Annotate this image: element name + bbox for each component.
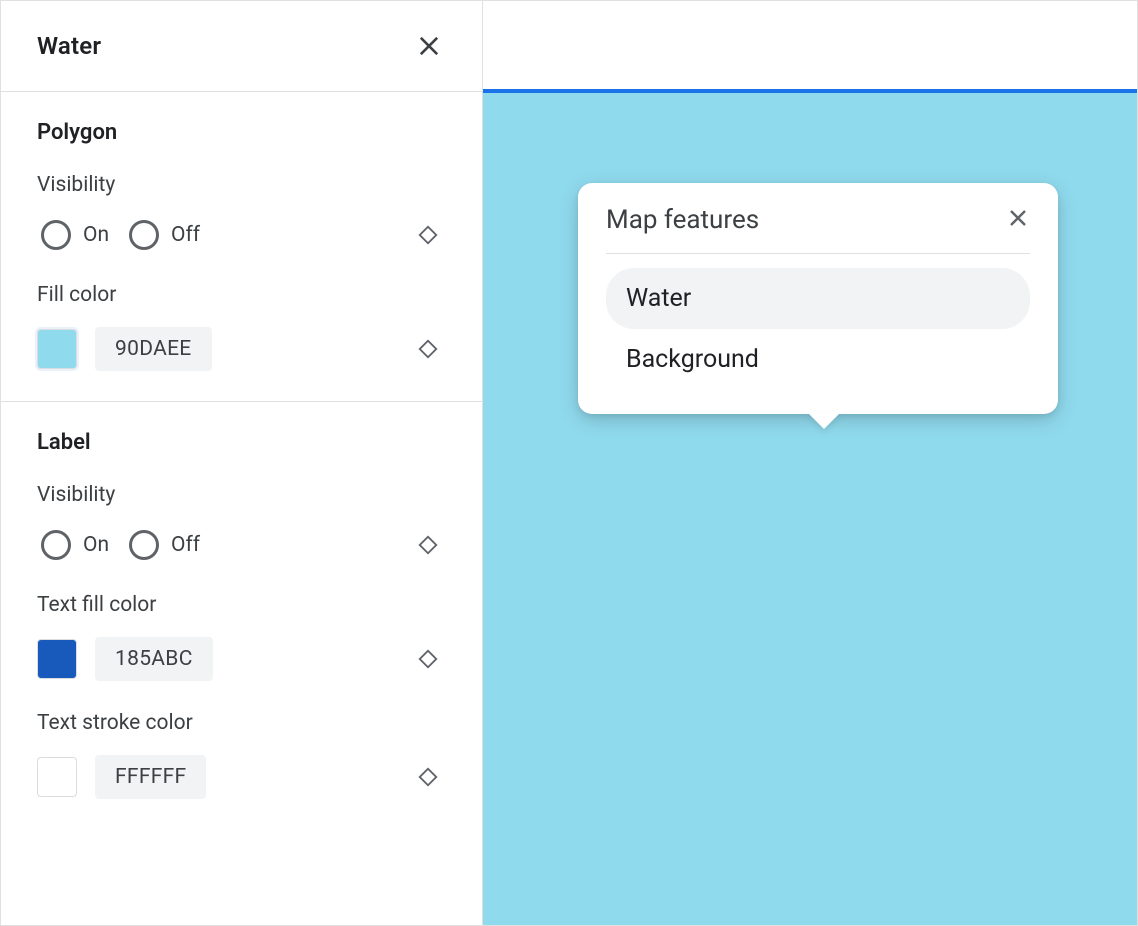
label-section: Label Visibility On Off Text fi — [1, 402, 482, 829]
radio-label: Off — [171, 533, 200, 557]
polygon-fill-swatch[interactable] — [37, 329, 77, 369]
label-visibility-label: Visibility — [37, 483, 446, 507]
label-textstroke-row: FFFFFF — [37, 755, 446, 799]
polygon-visibility-label: Visibility — [37, 173, 446, 197]
polygon-heading: Polygon — [37, 120, 446, 145]
polygon-fill-reset-button[interactable] — [410, 331, 446, 367]
close-panel-button[interactable] — [406, 23, 452, 69]
label-textstroke-hex-input[interactable]: FFFFFF — [95, 755, 206, 799]
panel-title: Water — [37, 32, 101, 60]
popup-close-button[interactable] — [1006, 206, 1030, 234]
label-textfill-swatch[interactable] — [37, 639, 77, 679]
panel-header: Water — [1, 1, 482, 92]
polygon-fill-label: Fill color — [37, 283, 446, 307]
preview-topbar — [483, 1, 1137, 93]
label-textstroke-reset-button[interactable] — [410, 759, 446, 795]
label-visibility-row: On Off — [37, 527, 446, 563]
label-textstroke-swatch[interactable] — [37, 757, 77, 797]
polygon-visibility-off-radio[interactable]: Off — [129, 220, 200, 250]
polygon-visibility-reset-button[interactable] — [410, 217, 446, 253]
map-water-area[interactable]: Map features Water Background — [483, 93, 1137, 925]
polygon-fill-row: 90DAEE — [37, 327, 446, 371]
polygon-section: Polygon Visibility On Off Fill — [1, 92, 482, 402]
feature-style-sidebar: Water Polygon Visibility On Off — [1, 1, 483, 925]
popup-item-background[interactable]: Background — [606, 329, 1030, 390]
label-textfill-hex-input[interactable]: 185ABC — [95, 637, 213, 681]
close-icon — [415, 32, 443, 60]
label-textfill-label: Text fill color — [37, 593, 446, 617]
label-visibility-radios: On Off — [37, 530, 200, 560]
popup-feature-list: Water Background — [606, 254, 1030, 390]
diamond-icon — [417, 338, 439, 360]
radio-icon — [129, 220, 159, 250]
popup-item-water[interactable]: Water — [606, 268, 1030, 329]
popup-header: Map features — [606, 205, 1030, 254]
radio-icon — [41, 530, 71, 560]
radio-label: On — [83, 533, 109, 557]
radio-label: On — [83, 223, 109, 247]
label-heading: Label — [37, 430, 446, 455]
polygon-visibility-row: On Off — [37, 217, 446, 253]
diamond-icon — [417, 648, 439, 670]
polygon-visibility-on-radio[interactable]: On — [41, 220, 109, 250]
diamond-icon — [417, 534, 439, 556]
map-preview-pane: Map features Water Background — [483, 1, 1137, 925]
label-visibility-on-radio[interactable]: On — [41, 530, 109, 560]
label-textfill-reset-button[interactable] — [410, 641, 446, 677]
radio-icon — [129, 530, 159, 560]
label-textstroke-label: Text stroke color — [37, 711, 446, 735]
popup-title: Map features — [606, 205, 759, 235]
radio-icon — [41, 220, 71, 250]
diamond-icon — [417, 224, 439, 246]
label-visibility-off-radio[interactable]: Off — [129, 530, 200, 560]
polygon-visibility-radios: On Off — [37, 220, 200, 250]
polygon-fill-hex-input[interactable]: 90DAEE — [95, 327, 212, 371]
label-visibility-reset-button[interactable] — [410, 527, 446, 563]
diamond-icon — [417, 766, 439, 788]
map-features-popup: Map features Water Background — [578, 183, 1058, 414]
close-icon — [1006, 206, 1030, 230]
style-editor-app: Water Polygon Visibility On Off — [0, 0, 1138, 926]
label-textfill-row: 185ABC — [37, 637, 446, 681]
radio-label: Off — [171, 223, 200, 247]
